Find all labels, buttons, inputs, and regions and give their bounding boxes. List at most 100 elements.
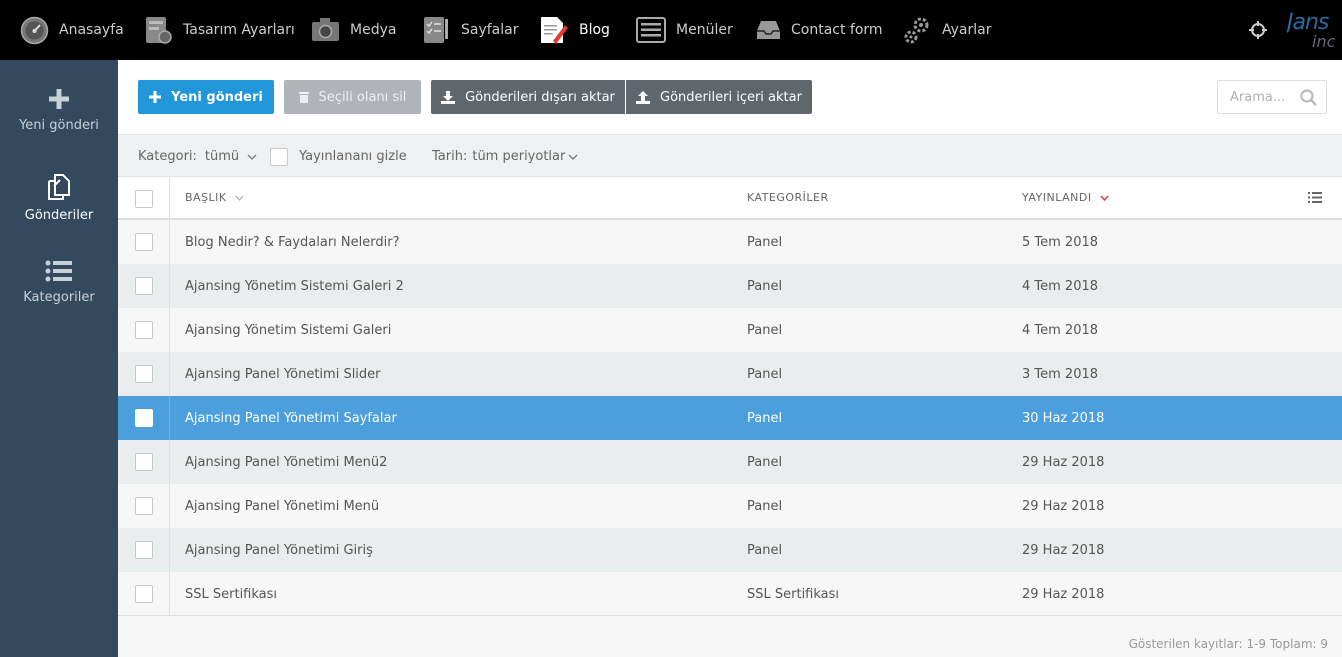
post-date: 5 Tem 2018 <box>1022 234 1099 250</box>
column-divider <box>169 308 170 352</box>
nav-item-sayfalar[interactable]: Sayfalar <box>422 0 518 60</box>
row-checkbox[interactable] <box>135 409 153 427</box>
post-category: Panel <box>747 542 783 558</box>
sidebar-item-posts[interactable]: Gönderiler <box>0 174 118 223</box>
row-checkbox[interactable] <box>135 541 153 559</box>
nav-label: Medya <box>350 22 397 38</box>
table-row[interactable]: SSL Sertifikası SSL Sertifikası 29 Haz 2… <box>118 572 1342 616</box>
plus-icon <box>149 91 162 103</box>
table-row-selected[interactable]: Ajansing Panel Yönetimi Sayfalar Panel 3… <box>118 396 1342 440</box>
nav-item-menuler[interactable]: Menüler <box>636 0 733 60</box>
select-all-checkbox[interactable] <box>135 190 153 208</box>
column-divider <box>169 528 170 572</box>
crosshair-icon <box>1249 21 1267 39</box>
sidebar: Yeni gönderi Gönderiler Kategoriler <box>0 60 118 657</box>
toolbar: Yeni gönderi Seçili olanı sil Gönderiler… <box>118 60 1342 135</box>
upload-icon <box>636 90 651 104</box>
table-row[interactable]: Ajansing Panel Yönetimi Giriş Panel 29 H… <box>118 528 1342 572</box>
hide-published-toggle[interactable]: Yayınlananı gizle <box>270 136 407 177</box>
table-row[interactable]: Ajansing Yönetim Sistemi Galeri 2 Panel … <box>118 264 1342 308</box>
post-title[interactable]: SSL Sertifikası <box>185 572 277 616</box>
post-title[interactable]: Ajansing Yönetim Sistemi Galeri <box>185 308 391 352</box>
export-posts-button[interactable]: Gönderileri dışarı aktar <box>431 80 625 114</box>
nav-label: Menüler <box>676 22 733 38</box>
row-checkbox[interactable] <box>135 321 153 339</box>
nav-label: Anasayfa <box>59 22 124 38</box>
date-filter[interactable]: Tarih: tüm periyotlar <box>432 136 578 177</box>
post-date: 30 Haz 2018 <box>1022 410 1105 426</box>
chevron-down-icon <box>235 195 244 201</box>
trash-icon <box>298 92 309 103</box>
nav-item-blog[interactable]: Blog <box>539 0 610 60</box>
gears-icon <box>904 17 929 44</box>
import-posts-button[interactable]: Gönderileri içeri aktar <box>626 80 812 114</box>
documents-icon <box>48 174 70 200</box>
row-checkbox[interactable] <box>135 453 153 471</box>
delete-selected-button[interactable]: Seçili olanı sil <box>284 80 421 114</box>
column-divider <box>169 396 170 440</box>
table-row[interactable]: Ajansing Panel Yönetimi Menü2 Panel 29 H… <box>118 440 1342 484</box>
column-list-icon <box>1308 192 1322 203</box>
row-checkbox[interactable] <box>135 365 153 383</box>
post-date: 4 Tem 2018 <box>1022 278 1099 294</box>
row-checkbox[interactable] <box>135 585 153 603</box>
camera-icon <box>312 18 339 41</box>
search-input[interactable] <box>1218 81 1298 113</box>
sidebar-item-label: Kategoriler <box>23 290 95 305</box>
row-checkbox[interactable] <box>135 233 153 251</box>
table-row[interactable]: Ajansing Yönetim Sistemi Galeri Panel 4 … <box>118 308 1342 352</box>
nav-label: Contact form <box>791 22 883 38</box>
column-divider <box>169 440 170 484</box>
nav-item-ayarlar[interactable]: Ayarlar <box>902 0 991 60</box>
blog-icon <box>541 17 568 44</box>
post-title[interactable]: Ajansing Panel Yönetimi Sayfalar <box>185 396 397 440</box>
column-header-published[interactable]: YAYINLANDI <box>1022 177 1109 218</box>
chevron-down-icon <box>568 154 578 160</box>
search-icon[interactable] <box>1300 89 1317 106</box>
menu-list-icon <box>636 17 666 43</box>
search-box <box>1217 80 1327 114</box>
column-divider <box>169 572 170 615</box>
list-icon <box>45 260 72 282</box>
post-title[interactable]: Ajansing Panel Yönetimi Menü2 <box>185 440 387 484</box>
post-title[interactable]: Ajansing Panel Yönetimi Slider <box>185 352 381 396</box>
post-category: Panel <box>747 322 783 338</box>
column-divider <box>169 264 170 308</box>
post-title[interactable]: Blog Nedir? & Faydaları Nelerdir? <box>185 220 400 264</box>
post-category: Panel <box>747 278 783 294</box>
post-title[interactable]: Ajansing Panel Yönetimi Giriş <box>185 528 373 572</box>
nav-item-medya[interactable]: Medya <box>311 0 396 60</box>
nav-label: Sayfalar <box>461 22 519 38</box>
post-date: 4 Tem 2018 <box>1022 322 1099 338</box>
hide-published-checkbox[interactable] <box>270 147 288 166</box>
sidebar-item-new-post[interactable]: Yeni gönderi <box>0 88 118 133</box>
chevron-down-icon <box>247 154 257 160</box>
post-date: 3 Tem 2018 <box>1022 366 1099 382</box>
post-title[interactable]: Ajansing Panel Yönetimi Menü <box>185 484 379 528</box>
column-options-button[interactable] <box>1308 177 1322 218</box>
post-category: SSL Sertifikası <box>747 586 840 602</box>
crosshair-button[interactable] <box>1248 0 1268 60</box>
new-post-button[interactable]: Yeni gönderi <box>138 80 274 114</box>
nav-item-anasayfa[interactable]: Anasayfa <box>20 0 124 60</box>
nav-label: Ayarlar <box>942 22 992 38</box>
sidebar-item-categories[interactable]: Kategoriler <box>0 260 118 305</box>
column-header-title[interactable]: BAŞLIK <box>185 177 244 218</box>
column-header-categories[interactable]: KATEGORİLER <box>747 177 829 218</box>
nav-item-contact-form[interactable]: Contact form <box>756 0 883 60</box>
nav-item-tasarim-ayarlari[interactable]: Tasarım Ayarları <box>144 0 295 60</box>
post-category: Panel <box>747 366 783 382</box>
post-title[interactable]: Ajansing Yönetim Sistemi Galeri 2 <box>185 264 404 308</box>
table-row[interactable]: Blog Nedir? & Faydaları Nelerdir? Panel … <box>118 220 1342 264</box>
category-filter[interactable]: Kategori: tümü <box>138 136 257 177</box>
table-header: BAŞLIK KATEGORİLER YAYINLANDI <box>118 177 1342 220</box>
table-row[interactable]: Ajansing Panel Yönetimi Slider Panel 3 T… <box>118 352 1342 396</box>
row-checkbox[interactable] <box>135 277 153 295</box>
plus-icon <box>49 89 69 109</box>
post-category: Panel <box>747 234 783 250</box>
post-category: Panel <box>747 454 783 470</box>
table-row[interactable]: Ajansing Panel Yönetimi Menü Panel 29 Ha… <box>118 484 1342 528</box>
row-checkbox[interactable] <box>135 497 153 515</box>
sidebar-item-label: Gönderiler <box>24 208 94 223</box>
download-icon <box>441 90 456 104</box>
